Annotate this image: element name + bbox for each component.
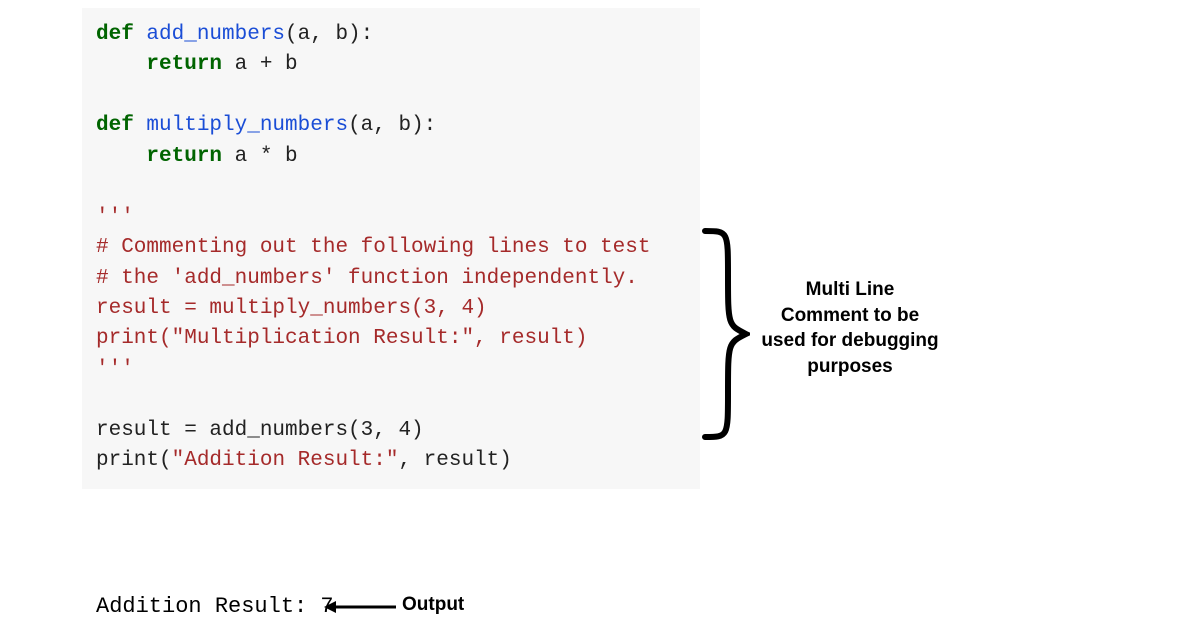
commented-line: # the 'add_numbers' function independent… xyxy=(96,267,638,290)
commented-line: result = multiply_numbers(3, 4) xyxy=(96,297,487,320)
curly-brace-icon xyxy=(690,225,750,443)
keyword-def: def xyxy=(96,23,134,46)
keyword-return: return xyxy=(146,145,222,168)
annotation-text: Multi Line Comment to be used for debugg… xyxy=(760,277,940,380)
print-call: print( xyxy=(96,449,172,472)
commented-line: print("Multiplication Result:", result) xyxy=(96,327,587,350)
code-line: result = add_numbers(3, 4) xyxy=(96,419,424,442)
arrow-left-icon xyxy=(322,598,397,616)
expr: a * b xyxy=(222,145,298,168)
params: (a, b): xyxy=(348,114,436,137)
code-block: def add_numbers(a, b): return a + b def … xyxy=(82,8,700,489)
triple-quote-close: ''' xyxy=(96,358,134,381)
params: (a, b): xyxy=(285,23,373,46)
keyword-return: return xyxy=(146,53,222,76)
function-name: multiply_numbers xyxy=(134,114,348,137)
expr: a + b xyxy=(222,53,298,76)
print-tail: , result) xyxy=(398,449,511,472)
string-literal: "Addition Result:" xyxy=(172,449,399,472)
function-name: add_numbers xyxy=(134,23,285,46)
commented-line: # Commenting out the following lines to … xyxy=(96,236,651,259)
output-label: Output xyxy=(402,594,464,616)
keyword-def: def xyxy=(96,114,134,137)
output-text: Addition Result: 7 xyxy=(96,594,334,619)
triple-quote-open: ''' xyxy=(96,206,134,229)
